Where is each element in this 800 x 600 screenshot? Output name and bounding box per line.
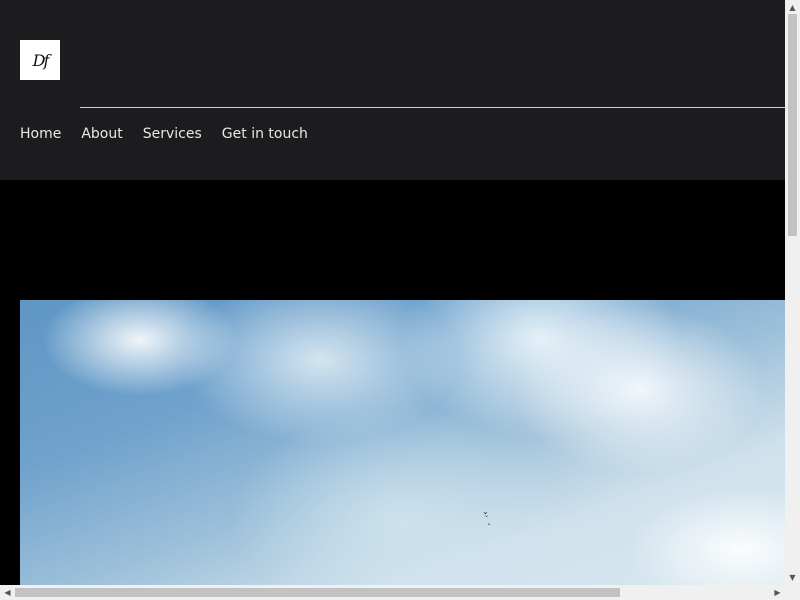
scroll-down-arrow-icon[interactable]: ▼: [785, 570, 800, 585]
logo-text: Df: [32, 50, 50, 70]
site-header: Df Home About Services Get in touch: [0, 0, 785, 180]
main-nav: Home About Services Get in touch: [20, 126, 328, 142]
scroll-up-arrow-icon[interactable]: ▲: [785, 0, 800, 15]
scroll-right-arrow-icon[interactable]: ▶: [770, 585, 785, 600]
hero-sky-image: ⌄ ˇ ˇ: [20, 300, 785, 585]
site-logo[interactable]: Df: [20, 40, 60, 80]
birds-detail: ⌄ ˇ ˇ: [482, 507, 492, 532]
header-divider: [80, 107, 785, 108]
horizontal-scroll-thumb[interactable]: [15, 588, 620, 597]
nav-item-get-in-touch[interactable]: Get in touch: [222, 126, 308, 142]
vertical-scroll-thumb[interactable]: [788, 14, 797, 236]
scroll-left-arrow-icon[interactable]: ◀: [0, 585, 15, 600]
nav-item-about[interactable]: About: [81, 126, 122, 142]
nav-item-home[interactable]: Home: [20, 126, 61, 142]
spacer-band: [0, 180, 785, 300]
nav-item-services[interactable]: Services: [143, 126, 202, 142]
